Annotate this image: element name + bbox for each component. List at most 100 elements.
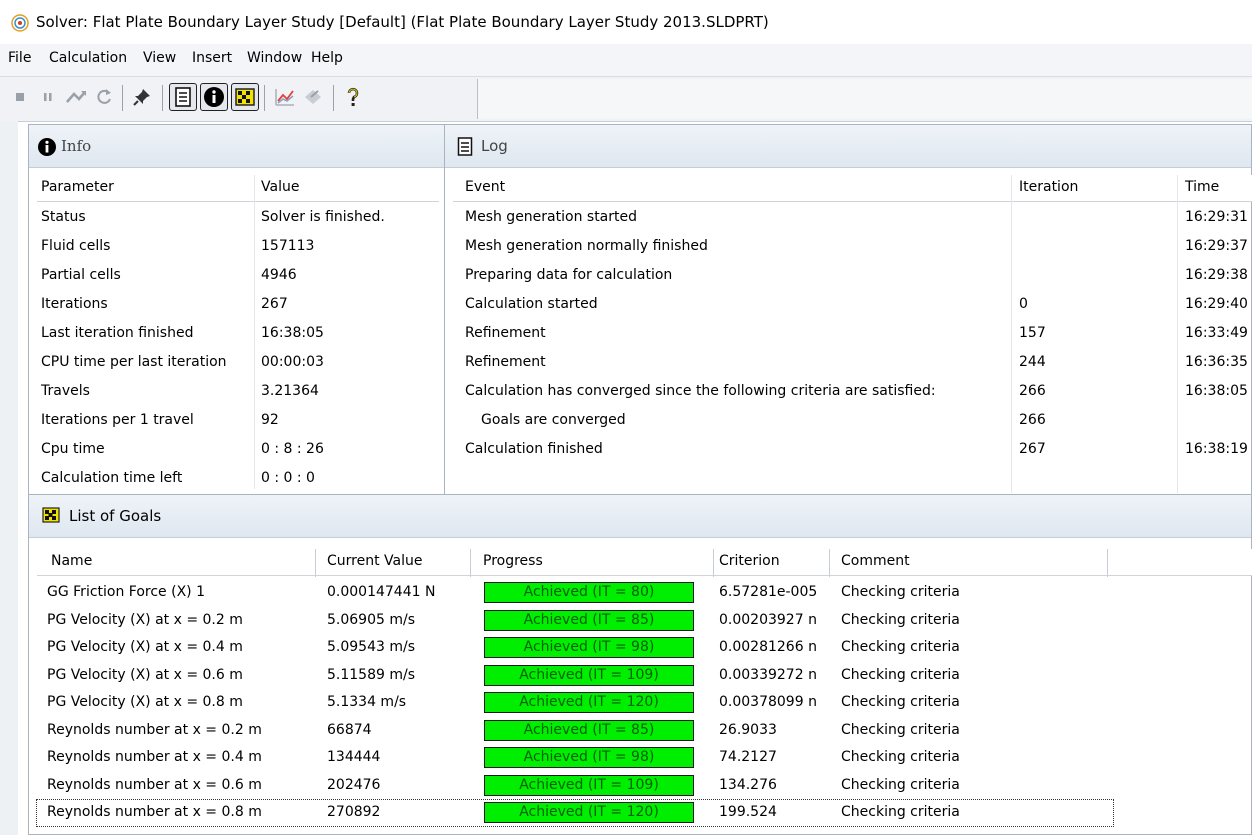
column-header-time[interactable]: Time xyxy=(1185,179,1219,195)
menu-file[interactable]: File xyxy=(8,50,31,66)
progress-bar: Achieved (IT = 120) xyxy=(484,802,694,823)
menu-calculation[interactable]: Calculation xyxy=(49,50,127,66)
window-title: Solver: Flat Plate Boundary Layer Study … xyxy=(36,13,769,31)
info-row[interactable]: Last iteration finished 16:38:05 xyxy=(37,321,439,347)
progress-bar: Achieved (IT = 109) xyxy=(484,664,694,686)
comment-cell: Checking criteria xyxy=(841,639,960,655)
goals-icon[interactable] xyxy=(231,83,259,111)
criterion-cell: 0.00281266 n xyxy=(719,639,817,655)
stop-icon[interactable] xyxy=(6,83,34,111)
goal-row[interactable]: PG Velocity (X) at x = 0.8 m 5.1334 m/s 0.… xyxy=(37,690,1113,716)
event-cell: Refinement xyxy=(465,325,546,341)
log-row[interactable]: Calculation finished 267 16:38:19 xyxy=(453,437,1252,463)
info-row[interactable]: Fluid cells 157113 xyxy=(37,234,439,260)
log-row[interactable]: Mesh generation normally finished 16:29:3… xyxy=(453,234,1252,260)
pause-icon[interactable] xyxy=(34,83,62,111)
goal-name-cell: GG Friction Force (X) 1 xyxy=(47,584,205,600)
goal-row[interactable]: Reynolds number at x = 0.2 m 66874 26.9033… xyxy=(37,718,1113,744)
comment-cell: Checking criteria xyxy=(841,721,960,738)
value-cell: 16:38:05 xyxy=(261,325,324,341)
column-header-progress[interactable]: Progress xyxy=(483,553,543,569)
column-header-criterion[interactable]: Criterion xyxy=(719,553,780,569)
comment-cell: Checking criteria xyxy=(841,776,960,793)
column-divider xyxy=(829,549,830,577)
info-row[interactable]: Cpu time 0 : 8 : 26 xyxy=(37,437,439,463)
window-left-edge xyxy=(0,121,18,835)
goal-name-cell: PG Velocity (X) at x = 0.8 m xyxy=(47,694,243,710)
goal-row[interactable]: PG Velocity (X) at x = 0.4 m 5.09543 m/s 0… xyxy=(37,635,1113,661)
refresh-icon[interactable] xyxy=(90,83,118,111)
info-panel-title: Info xyxy=(61,137,92,155)
info-panel-header: Info xyxy=(29,125,445,168)
value-cell: 157113 xyxy=(261,238,315,254)
log-row[interactable]: Refinement 244 16:36:35 xyxy=(453,350,1252,376)
progress-bar: Achieved (IT = 80) xyxy=(484,582,694,603)
info-row[interactable]: CPU time per last iteration 00:00:03 xyxy=(37,350,439,376)
time-cell: 16:29:40 xyxy=(1185,296,1248,312)
log-row[interactable]: Calculation has converged since the foll… xyxy=(453,379,1252,405)
column-header-parameter[interactable]: Parameter xyxy=(41,179,114,195)
continue-icon[interactable] xyxy=(62,83,90,111)
info-row[interactable]: Travels 3.21364 xyxy=(37,379,439,405)
current-value-cell: 270892 xyxy=(327,804,381,820)
column-header-value[interactable]: Value xyxy=(261,179,299,195)
log-row[interactable]: Goals are converged 266 xyxy=(453,408,1252,434)
menu-window[interactable]: Window xyxy=(247,50,302,66)
column-header-event[interactable]: Event xyxy=(465,179,505,195)
log-icon[interactable] xyxy=(169,83,197,111)
goal-row[interactable]: Reynolds number at x = 0.4 m 134444 74.212… xyxy=(37,745,1113,771)
column-header-current-value[interactable]: Current Value xyxy=(327,553,422,569)
parameter-cell: Cpu time xyxy=(41,441,105,457)
log-panel: Log Event Iteration Time Mesh generation… xyxy=(444,124,1252,496)
goal-row[interactable]: GG Friction Force (X) 1 0.000147441 N 6.57… xyxy=(37,580,1113,606)
comment-cell: Checking criteria xyxy=(841,694,960,710)
column-header-iteration[interactable]: Iteration xyxy=(1019,179,1078,195)
log-row[interactable]: Preparing data for calculation 16:29:38 xyxy=(453,263,1252,289)
info-row[interactable]: Status Solver is finished. xyxy=(37,205,439,231)
toolbar-separator xyxy=(162,85,163,111)
preview-icon[interactable] xyxy=(299,83,327,111)
info-row[interactable]: Calculation time left 0 : 0 : 0 xyxy=(37,466,439,492)
event-cell: Preparing data for calculation xyxy=(465,267,673,283)
log-row[interactable]: Mesh generation started 16:29:31 xyxy=(453,205,1252,231)
progress-label: Achieved (IT = 109) xyxy=(519,776,659,793)
column-header-comment[interactable]: Comment xyxy=(841,553,910,569)
comment-cell: Checking criteria xyxy=(841,804,960,820)
log-panel-title: Log xyxy=(481,137,508,155)
current-value-cell: 5.1334 m/s xyxy=(327,694,407,710)
log-row[interactable]: Refinement 157 16:33:49 xyxy=(453,321,1252,347)
goal-row[interactable]: PG Velocity (X) at x = 0.2 m 5.06905 m/s 0… xyxy=(37,608,1113,634)
info-icon[interactable] xyxy=(200,83,228,111)
progress-bar: Achieved (IT = 98) xyxy=(484,637,694,658)
progress-label: Achieved (IT = 120) xyxy=(519,804,659,820)
menu-view[interactable]: View xyxy=(143,50,176,66)
menu-insert[interactable]: Insert xyxy=(192,50,232,66)
progress-bar: Achieved (IT = 109) xyxy=(484,774,694,796)
criterion-cell: 0.00339272 n xyxy=(719,666,817,683)
column-header-name[interactable]: Name xyxy=(51,553,92,569)
goal-row[interactable]: PG Velocity (X) at x = 0.6 m 5.11589 m/s 0… xyxy=(37,663,1113,689)
progress-label: Achieved (IT = 98) xyxy=(523,749,655,765)
info-row[interactable]: Partial cells 4946 xyxy=(37,263,439,289)
comment-cell: Checking criteria xyxy=(841,584,960,600)
column-divider xyxy=(315,549,316,577)
log-row[interactable]: Calculation started 0 16:29:40 xyxy=(453,292,1252,318)
plot-icon[interactable] xyxy=(271,83,299,111)
pin-icon[interactable] xyxy=(128,83,156,111)
event-cell: Refinement xyxy=(465,354,546,370)
solver-app-icon xyxy=(11,14,29,32)
parameter-cell: CPU time per last iteration xyxy=(41,354,227,370)
menu-help[interactable]: Help xyxy=(311,50,343,66)
parameter-cell: Iterations xyxy=(41,296,108,312)
toolbar-separator xyxy=(333,85,334,111)
goal-row[interactable]: Reynolds number at x = 0.8 m 270892 199.52… xyxy=(36,799,1114,827)
value-cell: 0 : 0 : 0 xyxy=(261,470,315,486)
goal-row[interactable]: Reynolds number at x = 0.6 m 202476 134.27… xyxy=(37,773,1113,799)
time-cell: 16:29:38 xyxy=(1185,267,1248,283)
help-icon[interactable] xyxy=(339,83,367,111)
info-row[interactable]: Iterations 267 xyxy=(37,292,439,318)
parameter-cell: Calculation time left xyxy=(41,470,183,486)
info-row[interactable]: Iterations per 1 travel 92 xyxy=(37,408,439,434)
log-icon xyxy=(457,137,473,156)
criterion-cell: 6.57281e-005 xyxy=(719,584,818,600)
